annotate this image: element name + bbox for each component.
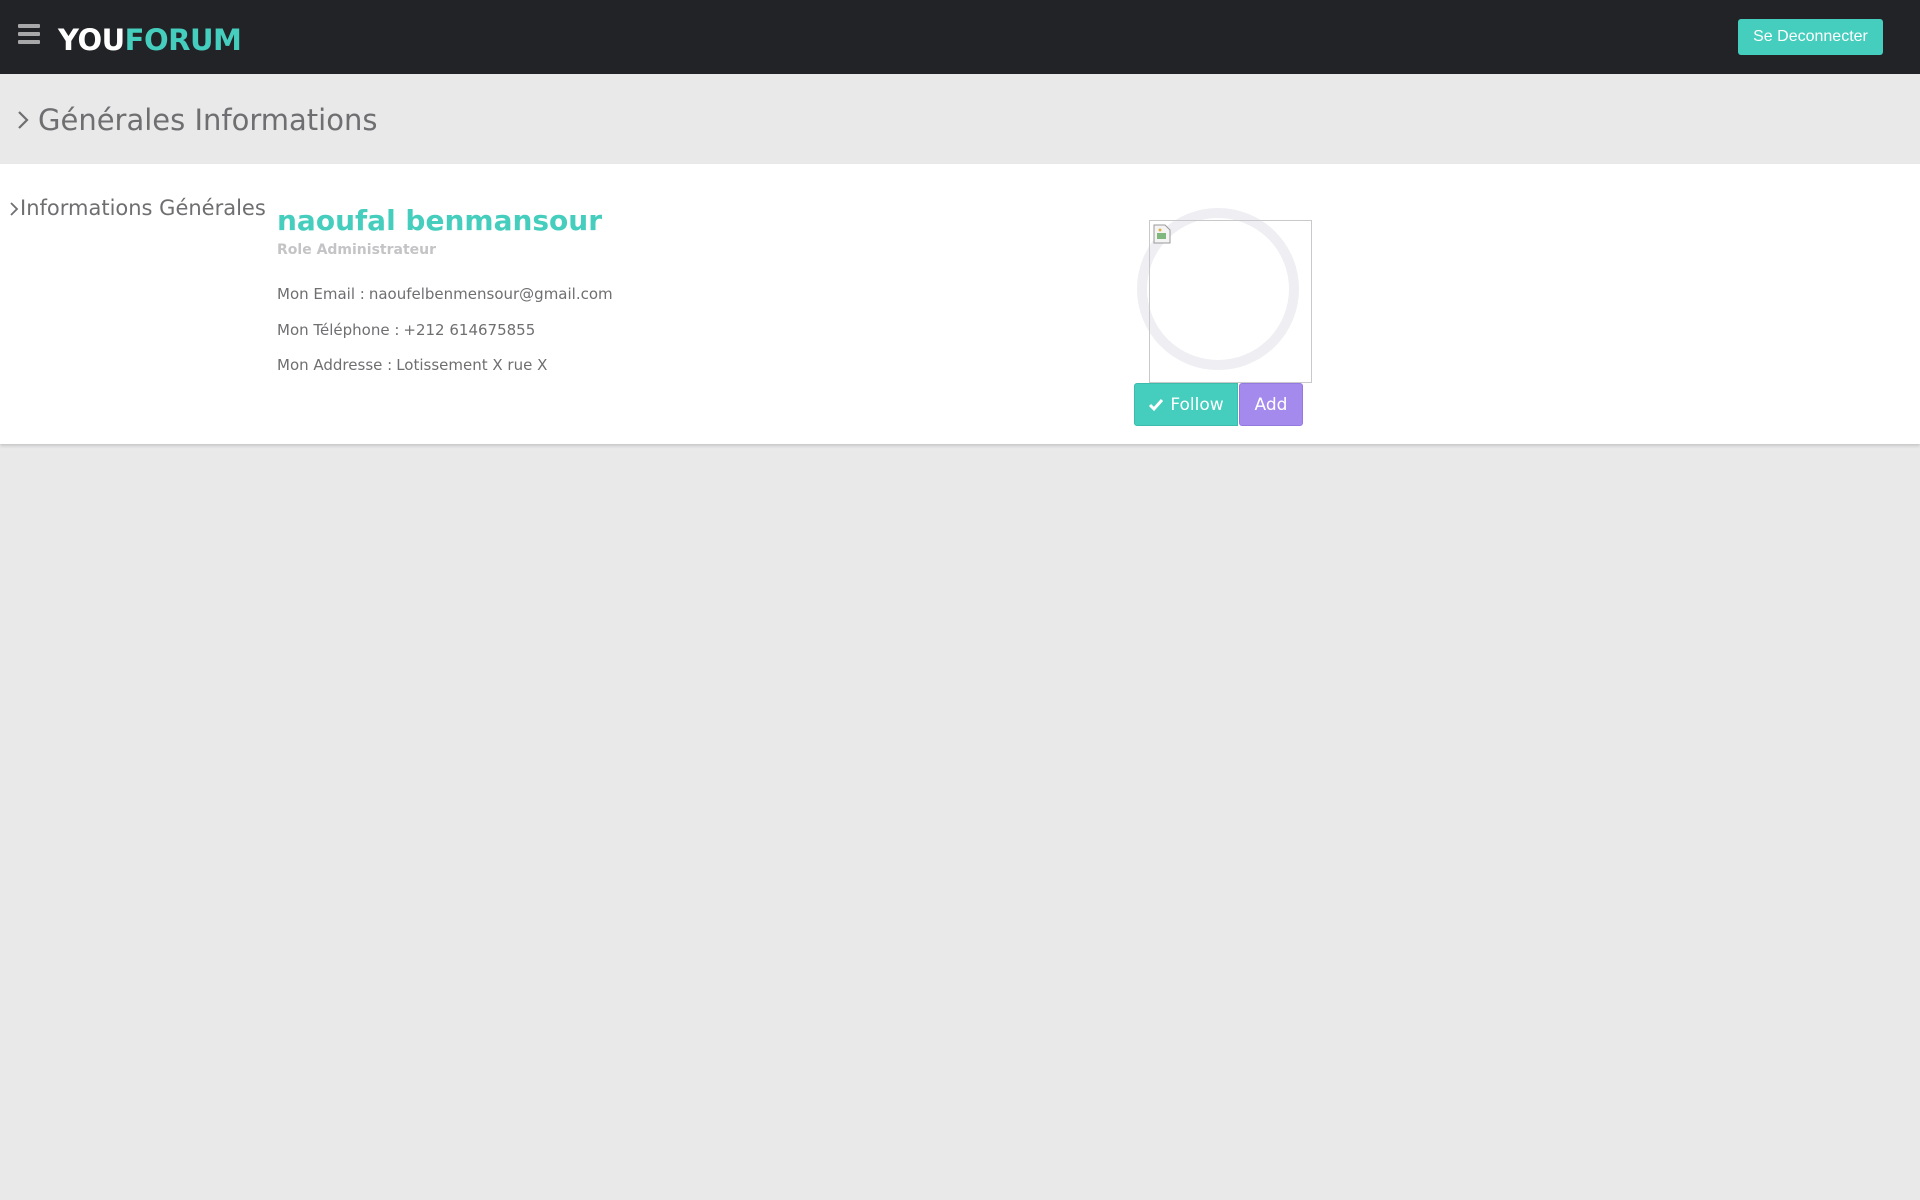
top-navbar: YOUFORUM Se Deconnecter <box>0 0 1920 74</box>
profile-card: Informations Générales naoufal benmansou… <box>0 164 1920 444</box>
follow-label: Follow <box>1170 394 1224 415</box>
brand-logo[interactable]: YOUFORUM <box>58 20 242 60</box>
phone-label: Mon Téléphone : <box>277 321 400 339</box>
hamburger-icon[interactable] <box>16 24 44 48</box>
brand-you: YOU <box>58 23 125 57</box>
add-button[interactable]: Add <box>1239 383 1303 426</box>
address-label: Mon Addresse : <box>277 356 393 374</box>
phone-value: +212 614675855 <box>403 321 536 339</box>
logout-button[interactable]: Se Deconnecter <box>1738 19 1883 55</box>
address-value: Lotissement X rue X <box>396 356 548 374</box>
email-label: Mon Email : <box>277 285 365 303</box>
chevron-right-icon <box>10 194 20 222</box>
broken-image-icon <box>1153 224 1173 244</box>
section-label: Informations Générales <box>10 194 266 222</box>
phone-line: Mon Téléphone : +212 614675855 <box>277 320 535 340</box>
brand-forum: FORUM <box>124 23 242 57</box>
page-title-text: Générales Informations <box>38 103 378 137</box>
profile-name: naoufal benmansour <box>277 204 603 237</box>
section-label-text: Informations Générales <box>20 196 266 220</box>
follow-button[interactable]: Follow <box>1134 383 1238 426</box>
page-header: Générales Informations <box>0 74 1920 164</box>
email-value: naoufelbenmensour@gmail.com <box>368 285 613 303</box>
chevron-right-icon <box>16 100 38 140</box>
add-label: Add <box>1254 394 1288 415</box>
email-line: Mon Email : naoufelbenmensour@gmail.com <box>277 284 613 304</box>
check-icon <box>1148 398 1164 412</box>
avatar <box>1149 220 1312 383</box>
address-line: Mon Addresse : Lotissement X rue X <box>277 355 547 375</box>
page-title: Générales Informations <box>16 100 377 140</box>
profile-role: Role Administrateur <box>277 242 437 258</box>
